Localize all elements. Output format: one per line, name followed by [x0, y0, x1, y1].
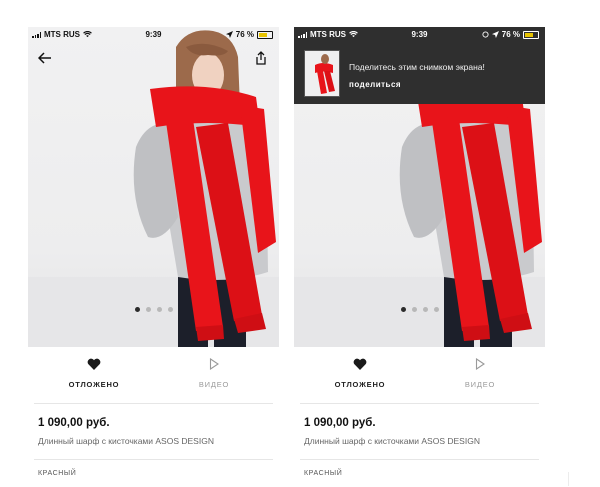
video-label: ВИДЕО	[198, 380, 230, 389]
status-bar: MTS RUS 9:39 76 %	[294, 27, 545, 43]
saved-label: ОТЛОЖЕНО	[334, 380, 386, 389]
divider	[34, 403, 273, 404]
product-price: 1 090,00 руб.	[304, 417, 376, 429]
product-color-label: КРАСНЫЙ	[38, 470, 77, 477]
saved-label: ОТЛОЖЕНО	[68, 380, 120, 389]
action-row: ОТЛОЖЕНО ВИДЕО	[294, 357, 545, 397]
screenshot-share-banner[interactable]: MTS RUS 9:39 76 % Поделитесь этим снимко…	[294, 27, 545, 104]
share-icon	[256, 51, 266, 65]
carousel-dot[interactable]	[433, 307, 439, 312]
location-arrow-icon	[225, 31, 233, 38]
action-row: ОТЛОЖЕНО ВИДЕО	[28, 357, 279, 397]
alarm-icon	[482, 31, 489, 38]
carousel-dot[interactable]	[134, 307, 140, 312]
video-button[interactable]: ВИДЕО	[420, 357, 540, 389]
divider	[568, 472, 569, 486]
share-button[interactable]	[252, 49, 270, 67]
battery-icon	[523, 30, 539, 39]
carousel-dot[interactable]	[411, 307, 417, 312]
battery-percent: 76 %	[235, 30, 254, 39]
back-button[interactable]	[36, 49, 54, 67]
heart-icon	[353, 358, 367, 370]
divider	[34, 459, 273, 460]
model-with-scarf-illustration	[28, 30, 279, 347]
saved-button[interactable]: ОТЛОЖЕНО	[300, 357, 420, 389]
share-message: Поделитесь этим снимком экрана!	[349, 62, 485, 72]
product-color-label: КРАСНЫЙ	[304, 470, 343, 477]
carousel-dot[interactable]	[156, 307, 162, 312]
product-image[interactable]: MTS RUS 9:39 76 %	[28, 27, 279, 347]
product-description: Длинный шарф с кисточками ASOS DESIGN	[304, 436, 480, 446]
divider	[300, 459, 539, 460]
screenshot-thumbnail[interactable]	[304, 50, 340, 97]
battery-icon	[257, 30, 273, 39]
battery-fill	[525, 32, 533, 37]
product-description: Длинный шарф с кисточками ASOS DESIGN	[38, 436, 214, 446]
play-icon	[475, 357, 485, 371]
location-arrow-icon	[491, 31, 499, 38]
play-icon	[209, 357, 219, 371]
divider	[300, 403, 539, 404]
carousel-indicator[interactable]	[28, 307, 279, 312]
battery-fill	[259, 32, 267, 37]
carousel-dot[interactable]	[400, 307, 406, 312]
battery-percent: 76 %	[501, 30, 520, 39]
video-label: ВИДЕО	[464, 380, 496, 389]
carousel-indicator[interactable]	[294, 307, 545, 312]
carousel-dot[interactable]	[422, 307, 428, 312]
carousel-dot[interactable]	[145, 307, 151, 312]
saved-button[interactable]: ОТЛОЖЕНО	[34, 357, 154, 389]
back-arrow-icon	[38, 52, 51, 64]
phone-screen-left: MTS RUS 9:39 76 % ОТЛОЖЕНО ВИДЕО 1 090,0…	[28, 27, 279, 477]
video-button[interactable]: ВИДЕО	[154, 357, 274, 389]
phone-screen-right: MTS RUS 9:39 76 % Поделитесь этим снимко…	[294, 27, 545, 477]
share-screenshot-button[interactable]: поделиться	[349, 80, 401, 89]
product-price: 1 090,00 руб.	[38, 417, 110, 429]
status-bar: MTS RUS 9:39 76 %	[28, 27, 279, 43]
heart-icon	[87, 358, 101, 370]
carousel-dot[interactable]	[167, 307, 173, 312]
